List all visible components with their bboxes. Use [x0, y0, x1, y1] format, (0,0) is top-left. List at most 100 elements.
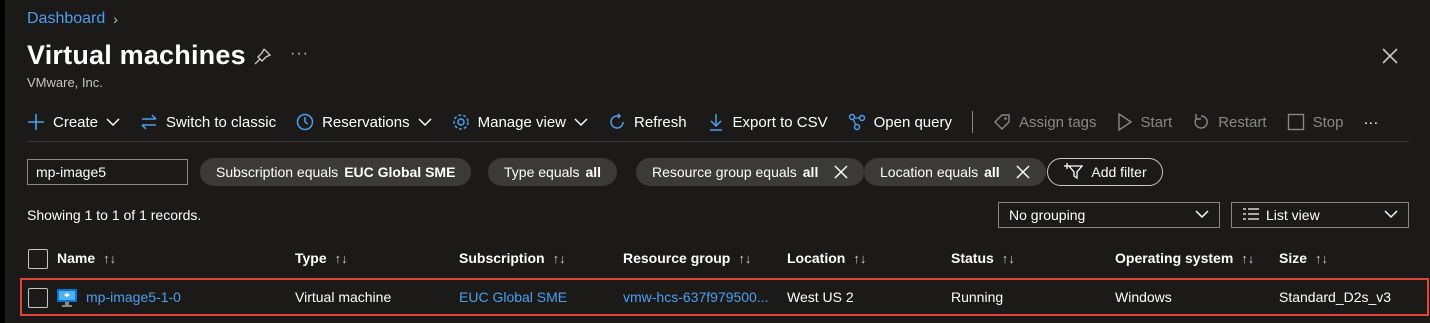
- filter-pill-type[interactable]: Type equals all: [488, 158, 618, 186]
- left-edge: [0, 0, 5, 323]
- column-header-type[interactable]: Type ↑↓: [295, 250, 348, 266]
- toolbar-divider: [27, 141, 1409, 142]
- filter-pill-subscription[interactable]: Subscription equals EUC Global SME: [200, 158, 472, 186]
- switch-to-classic-button[interactable]: Switch to classic: [140, 113, 276, 131]
- add-filter-button[interactable]: Add filter: [1047, 158, 1163, 186]
- open-query-button[interactable]: Open query: [848, 113, 952, 131]
- switch-to-classic-label: Switch to classic: [166, 113, 277, 131]
- column-header-label: Operating system: [1115, 250, 1234, 266]
- restart-label: Restart: [1218, 113, 1267, 131]
- close-icon[interactable]: [834, 165, 848, 179]
- manage-view-button[interactable]: Manage view: [452, 113, 588, 131]
- view-dropdown[interactable]: List view: [1231, 202, 1409, 228]
- create-button[interactable]: Create: [27, 113, 120, 131]
- assign-tags-button[interactable]: Assign tags: [993, 113, 1097, 131]
- column-header-label: Resource group: [623, 250, 731, 266]
- tag-icon: [993, 113, 1011, 131]
- vm-status: Running: [951, 289, 1004, 305]
- sort-icon: ↑↓: [1315, 250, 1329, 266]
- vm-name-link[interactable]: mp-image5-1-0: [86, 289, 181, 305]
- filter-resource-group-value: all: [802, 164, 819, 180]
- list-view-icon: [1242, 207, 1260, 223]
- plus-icon: [27, 113, 45, 131]
- refresh-button[interactable]: Refresh: [608, 113, 687, 131]
- breadcrumb-dashboard-link[interactable]: Dashboard: [27, 10, 105, 28]
- toolbar: Create Switch to classic Reservations Ma…: [27, 108, 1398, 136]
- chevron-right-icon: ›: [113, 11, 118, 27]
- vm-location: West US 2: [787, 289, 854, 305]
- download-icon: [707, 113, 725, 131]
- column-header-os[interactable]: Operating system ↑↓: [1115, 250, 1254, 266]
- column-header-label: Status: [951, 250, 994, 266]
- vm-subscription-link[interactable]: EUC Global SME: [459, 289, 567, 305]
- column-header-label: Size: [1279, 250, 1308, 266]
- filter-subscription-label: Subscription equals: [216, 164, 339, 180]
- reservations-label: Reservations: [322, 113, 410, 131]
- pin-icon[interactable]: [252, 47, 272, 72]
- chevron-down-icon: [574, 115, 588, 129]
- column-header-resource-group[interactable]: Resource group ↑↓: [623, 250, 751, 266]
- breadcrumb: Dashboard ›: [27, 10, 118, 28]
- start-button[interactable]: Start: [1117, 113, 1173, 131]
- toolbar-more-label: ···: [1363, 113, 1379, 131]
- toolbar-separator: [971, 111, 973, 133]
- row-checkbox[interactable]: [28, 288, 48, 308]
- select-all-checkbox[interactable]: [28, 249, 48, 269]
- manage-view-label: Manage view: [477, 113, 567, 131]
- view-value: List view: [1266, 207, 1320, 223]
- add-filter-icon: [1063, 162, 1084, 183]
- export-csv-label: Export to CSV: [732, 113, 828, 131]
- sort-icon: ↑↓: [853, 250, 867, 266]
- start-label: Start: [1140, 113, 1173, 131]
- stop-square-icon: [1287, 113, 1305, 131]
- restart-button[interactable]: Restart: [1192, 113, 1267, 131]
- refresh-label: Refresh: [634, 113, 687, 131]
- grouping-dropdown[interactable]: No grouping: [998, 202, 1220, 228]
- sort-icon: ↑↓: [1241, 250, 1255, 266]
- filter-pill-resource-group[interactable]: Resource group equals all: [636, 158, 865, 186]
- play-icon: [1117, 113, 1133, 131]
- records-count: Showing 1 to 1 of 1 records.: [27, 207, 202, 223]
- column-header-label: Type: [295, 250, 327, 266]
- vm-type: Virtual machine: [295, 289, 392, 305]
- filter-pill-location[interactable]: Location equals all: [864, 158, 1046, 186]
- grouping-value: No grouping: [1009, 207, 1086, 223]
- gear-icon: [452, 113, 470, 131]
- column-header-label: Subscription: [459, 250, 545, 266]
- page-title: Virtual machines: [27, 40, 246, 70]
- column-header-subscription[interactable]: Subscription ↑↓: [459, 250, 566, 266]
- filter-location-label: Location equals: [880, 164, 979, 180]
- add-filter-label: Add filter: [1091, 164, 1147, 180]
- switch-arrows-icon: [140, 113, 158, 131]
- page-subtitle: VMware, Inc.: [27, 75, 103, 90]
- create-label: Create: [53, 113, 99, 131]
- clock-icon: [296, 113, 314, 131]
- vm-resource-group-link[interactable]: vmw-hcs-637f979500...: [623, 289, 773, 305]
- search-input[interactable]: [27, 159, 188, 185]
- chevron-down-icon: [418, 115, 432, 129]
- chevron-down-icon: [106, 115, 120, 129]
- filter-resource-group-label: Resource group equals: [652, 164, 797, 180]
- close-icon[interactable]: [1016, 165, 1030, 179]
- header-more-button[interactable]: ···: [290, 45, 309, 63]
- sort-icon: ↑↓: [103, 250, 117, 266]
- filter-location-value: all: [984, 164, 1000, 180]
- restart-icon: [1192, 113, 1210, 131]
- close-icon[interactable]: [1381, 47, 1399, 70]
- export-csv-button[interactable]: Export to CSV: [707, 113, 828, 131]
- stop-label: Stop: [1312, 113, 1344, 131]
- refresh-icon: [608, 113, 626, 131]
- toolbar-more-button[interactable]: ···: [1363, 114, 1378, 131]
- assign-tags-label: Assign tags: [1018, 113, 1097, 131]
- stop-button[interactable]: Stop: [1287, 113, 1344, 131]
- column-header-location[interactable]: Location ↑↓: [787, 250, 866, 266]
- column-header-size[interactable]: Size ↑↓: [1279, 250, 1328, 266]
- virtual-machine-icon: [56, 288, 78, 313]
- column-header-label: Name: [57, 250, 96, 266]
- column-header-name[interactable]: Name ↑↓: [57, 250, 116, 266]
- reservations-button[interactable]: Reservations: [296, 113, 432, 131]
- sort-icon: ↑↓: [1001, 250, 1015, 266]
- vm-os: Windows: [1115, 289, 1172, 305]
- query-nodes-icon: [848, 113, 866, 131]
- column-header-status[interactable]: Status ↑↓: [951, 250, 1015, 266]
